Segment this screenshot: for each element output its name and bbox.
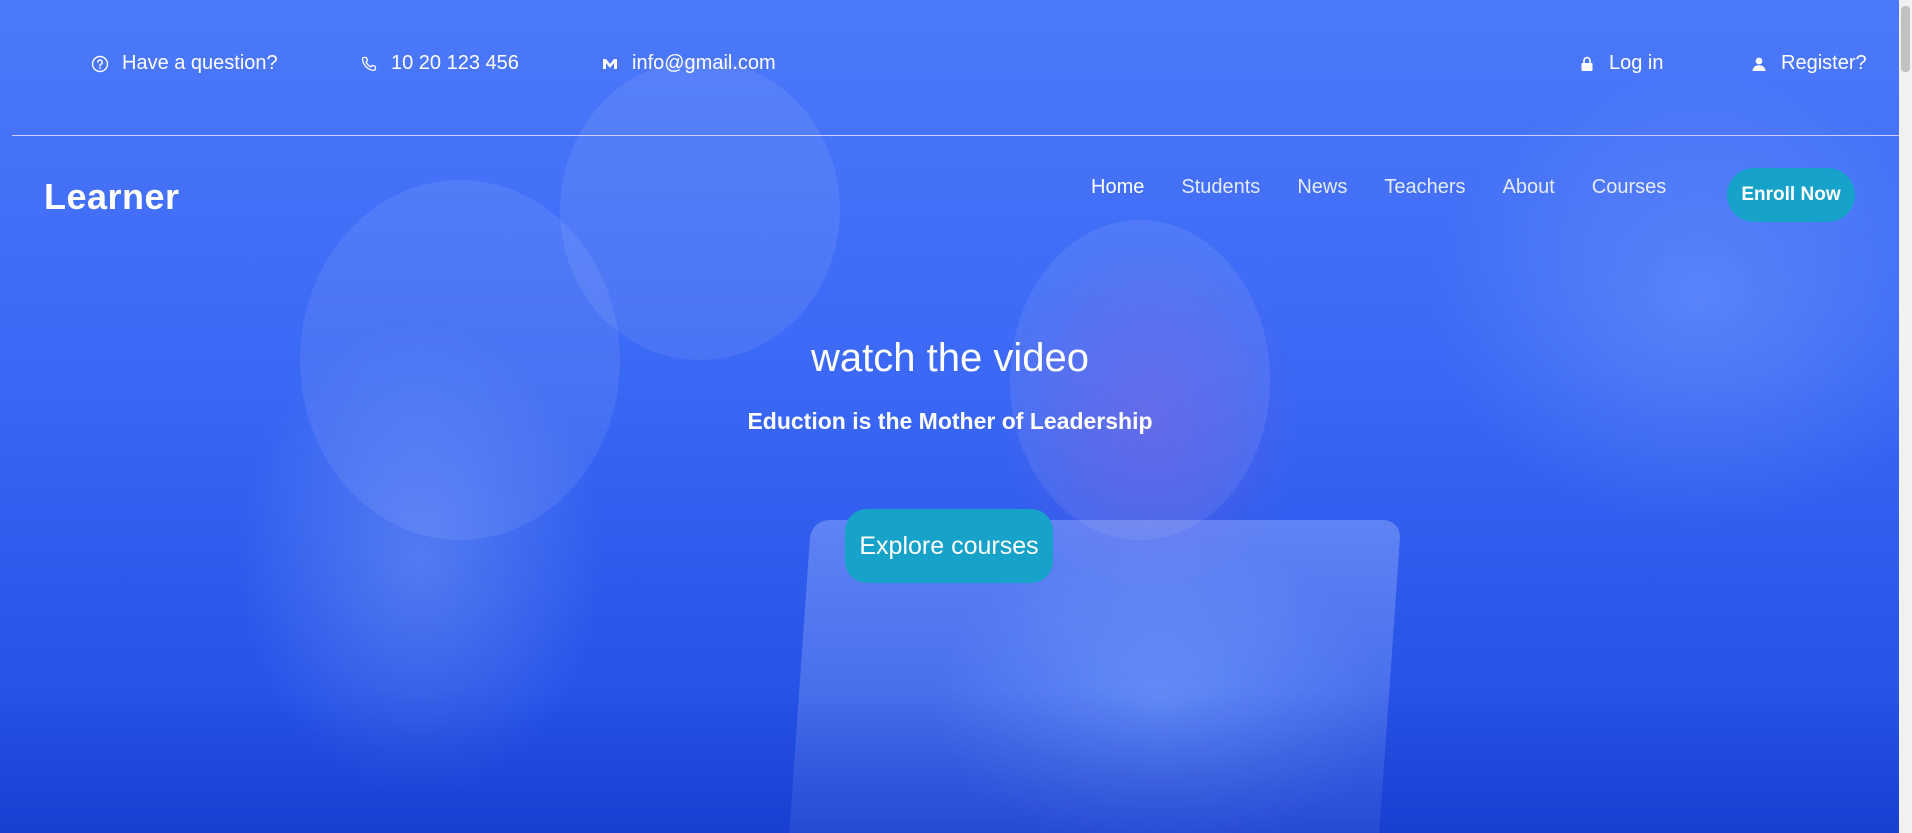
hero-page: Have a question? 10 20 123 456 info@gmai…: [0, 0, 1912, 833]
question-circle-icon: [90, 54, 110, 74]
user-icon: [1749, 54, 1769, 74]
nav-link-news[interactable]: News: [1297, 176, 1347, 199]
hero-title: watch the video: [811, 336, 1089, 380]
nav-link-teachers[interactable]: Teachers: [1384, 176, 1465, 199]
question-link[interactable]: Have a question?: [90, 52, 278, 75]
phone-link[interactable]: 10 20 123 456: [359, 52, 519, 75]
email-link[interactable]: info@gmail.com: [600, 52, 776, 75]
explore-courses-button[interactable]: Explore courses: [845, 509, 1053, 583]
phone-icon: [359, 54, 379, 74]
login-label: Log in: [1609, 52, 1664, 74]
question-label: Have a question?: [122, 52, 278, 74]
site-logo[interactable]: Learner: [44, 176, 180, 218]
scrollbar-thumb[interactable]: [1901, 6, 1910, 72]
background-photo-table: [0, 690, 1912, 833]
register-link[interactable]: Register?: [1749, 52, 1867, 75]
enroll-now-button[interactable]: Enroll Now: [1727, 168, 1855, 222]
hero-subtitle: Eduction is the Mother of Leadership: [747, 408, 1153, 434]
mail-icon: [600, 54, 620, 74]
login-link[interactable]: Log in: [1577, 52, 1664, 75]
phone-number: 10 20 123 456: [391, 52, 519, 74]
page-scrollbar[interactable]: [1899, 0, 1912, 833]
topbar-divider: [12, 135, 1900, 136]
top-info-bar: Have a question? 10 20 123 456 info@gmai…: [0, 0, 1900, 135]
nav-link-about[interactable]: About: [1502, 176, 1554, 199]
main-nav: Home Students News Teachers About Course…: [1091, 176, 1703, 199]
register-label: Register?: [1781, 52, 1867, 74]
lock-icon: [1577, 54, 1597, 74]
nav-link-home[interactable]: Home: [1091, 176, 1144, 199]
nav-link-courses[interactable]: Courses: [1592, 176, 1666, 199]
email-address: info@gmail.com: [632, 52, 776, 74]
nav-link-students[interactable]: Students: [1181, 176, 1260, 199]
